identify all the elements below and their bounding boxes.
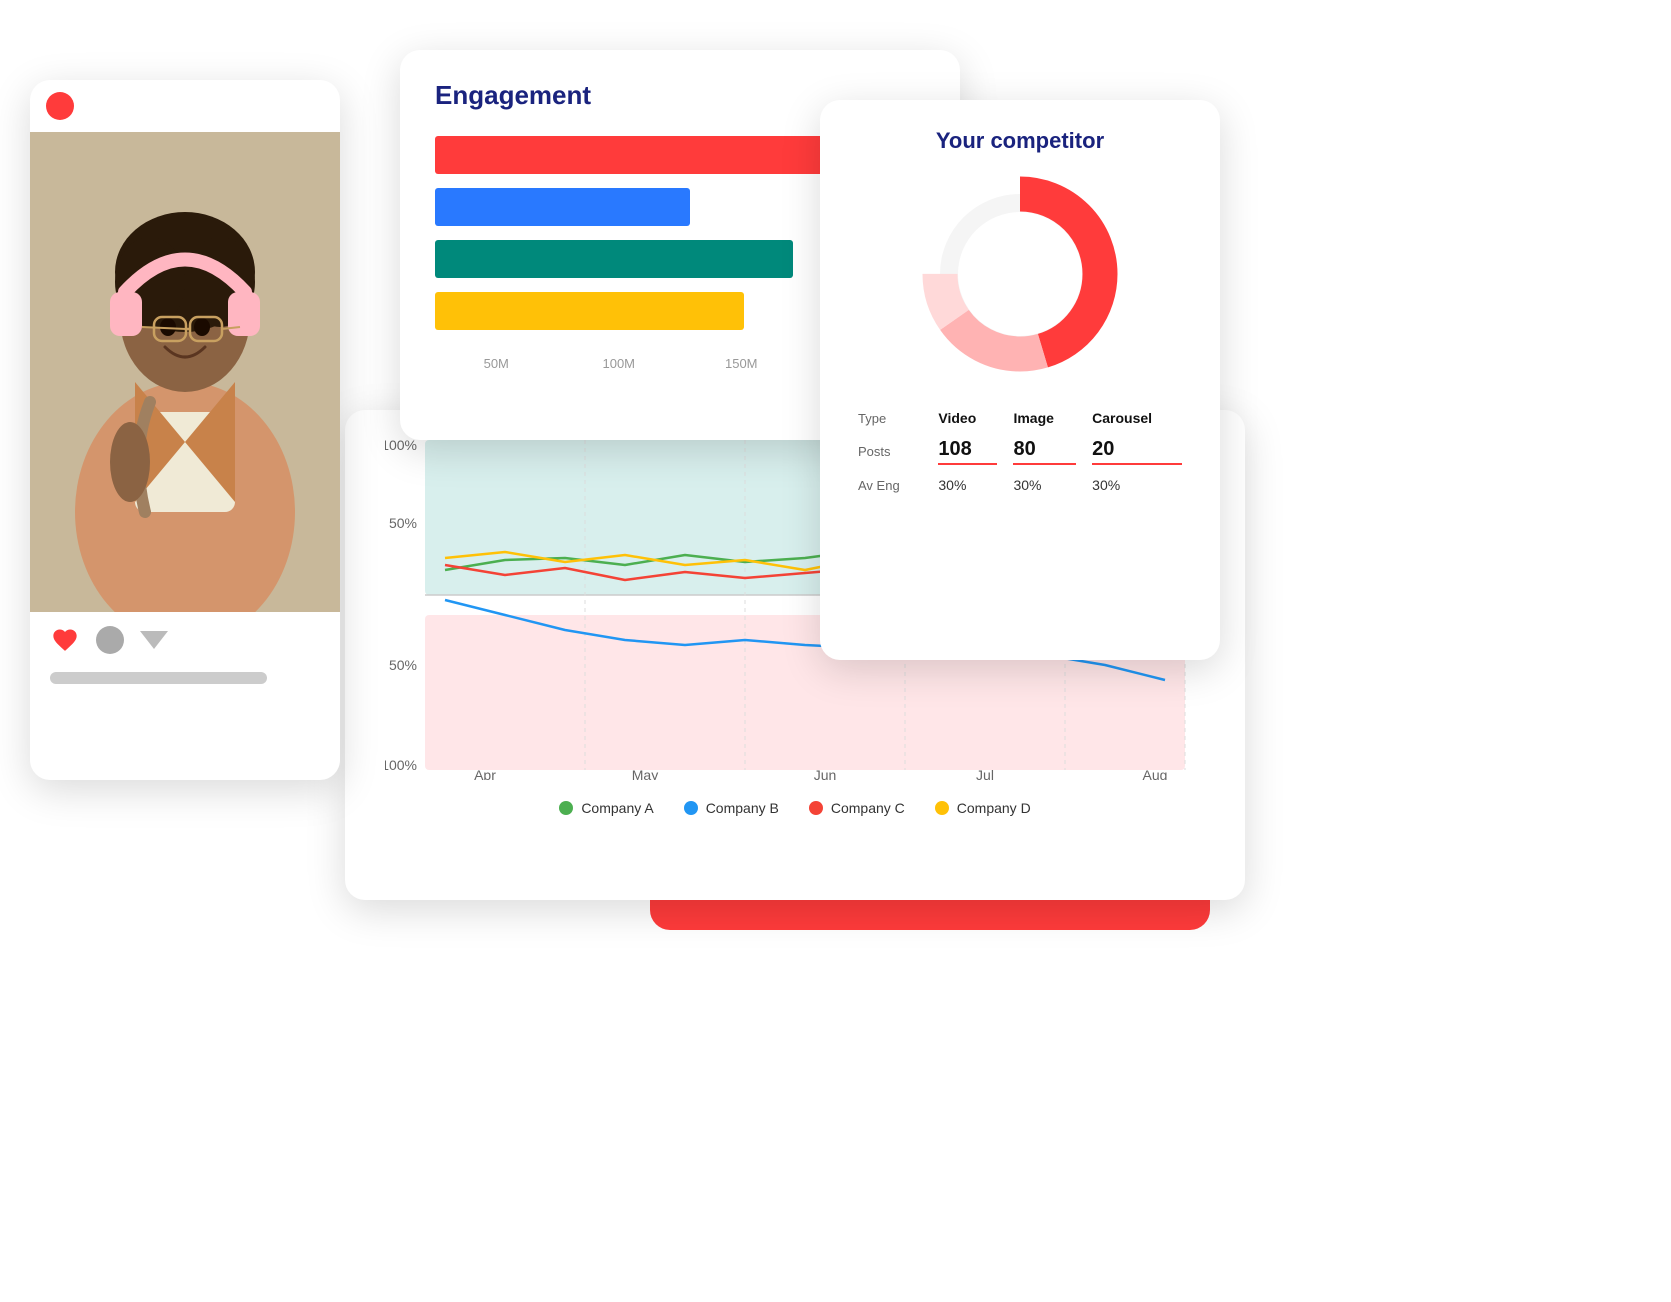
axis-150m: 150M: [680, 356, 803, 371]
aveng-carousel-val: 30%: [1084, 471, 1190, 499]
competitor-card: Your competitor Type Video: [820, 100, 1220, 660]
svg-text:Apr: Apr: [474, 767, 496, 780]
competitor-title: Your competitor: [850, 128, 1190, 154]
svg-text:50%: 50%: [389, 657, 417, 673]
svg-text:50%: 50%: [389, 515, 417, 531]
red-underline-video: [938, 463, 997, 465]
aveng-row: Av Eng 30% 30% 30%: [850, 471, 1190, 499]
legend-company-a: Company A: [559, 800, 653, 816]
svg-text:Aug: Aug: [1143, 767, 1168, 780]
record-dot: [46, 92, 74, 120]
legend-label-d: Company D: [957, 800, 1031, 816]
bar-yellow: [435, 292, 744, 330]
type-label: Type: [850, 404, 930, 432]
legend-label-c: Company C: [831, 800, 905, 816]
legend-company-c: Company C: [809, 800, 905, 816]
bar-blue: [435, 188, 690, 226]
bar-red: [435, 136, 837, 174]
svg-text:100%: 100%: [385, 757, 417, 773]
legend-dot-yellow: [935, 801, 949, 815]
posts-row: Posts 108 80 20: [850, 432, 1190, 471]
legend-company-d: Company D: [935, 800, 1031, 816]
axis-50m: 50M: [435, 356, 558, 371]
red-underline-carousel: [1092, 463, 1182, 465]
scene: Engagement 50M 100M 150M 200M Your compe…: [0, 0, 1671, 1302]
posts-carousel-val: 20: [1084, 432, 1190, 471]
posts-label: Posts: [850, 432, 930, 471]
carousel-header: Carousel: [1084, 404, 1190, 432]
red-underline-image: [1013, 463, 1076, 465]
legend-dot-green: [559, 801, 573, 815]
posts-video-val: 108: [930, 432, 1005, 471]
legend-label-a: Company A: [581, 800, 653, 816]
social-card: [30, 80, 340, 780]
legend-dot-red: [809, 801, 823, 815]
legend-dot-blue: [684, 801, 698, 815]
legend-company-b: Company B: [684, 800, 779, 816]
svg-text:Jul: Jul: [976, 767, 994, 780]
comment-bar: [50, 672, 267, 684]
posts-image-val: 80: [1005, 432, 1084, 471]
share-icon[interactable]: [140, 631, 168, 649]
svg-text:100%: 100%: [385, 440, 417, 453]
aveng-label: Av Eng: [850, 471, 930, 499]
legend-label-b: Company B: [706, 800, 779, 816]
axis-100m: 100M: [558, 356, 681, 371]
image-header: Image: [1005, 404, 1084, 432]
aveng-image-val: 30%: [1005, 471, 1084, 499]
social-card-header: [30, 80, 340, 132]
bar-teal: [435, 240, 793, 278]
competitor-table: Type Video Image Carousel Posts 108 80: [850, 404, 1190, 499]
aveng-video-val: 30%: [930, 471, 1005, 499]
social-card-actions: [30, 612, 340, 668]
social-card-image: [30, 132, 340, 612]
heart-icon[interactable]: [50, 626, 80, 654]
person-illustration: [30, 132, 340, 612]
video-header: Video: [930, 404, 1005, 432]
donut-chart: [920, 174, 1120, 374]
comment-icon[interactable]: [96, 626, 124, 654]
svg-text:May: May: [632, 767, 658, 780]
svg-text:Jun: Jun: [814, 767, 837, 780]
donut-container: [850, 174, 1190, 374]
chart-legend: Company A Company B Company C Company D: [385, 800, 1205, 816]
